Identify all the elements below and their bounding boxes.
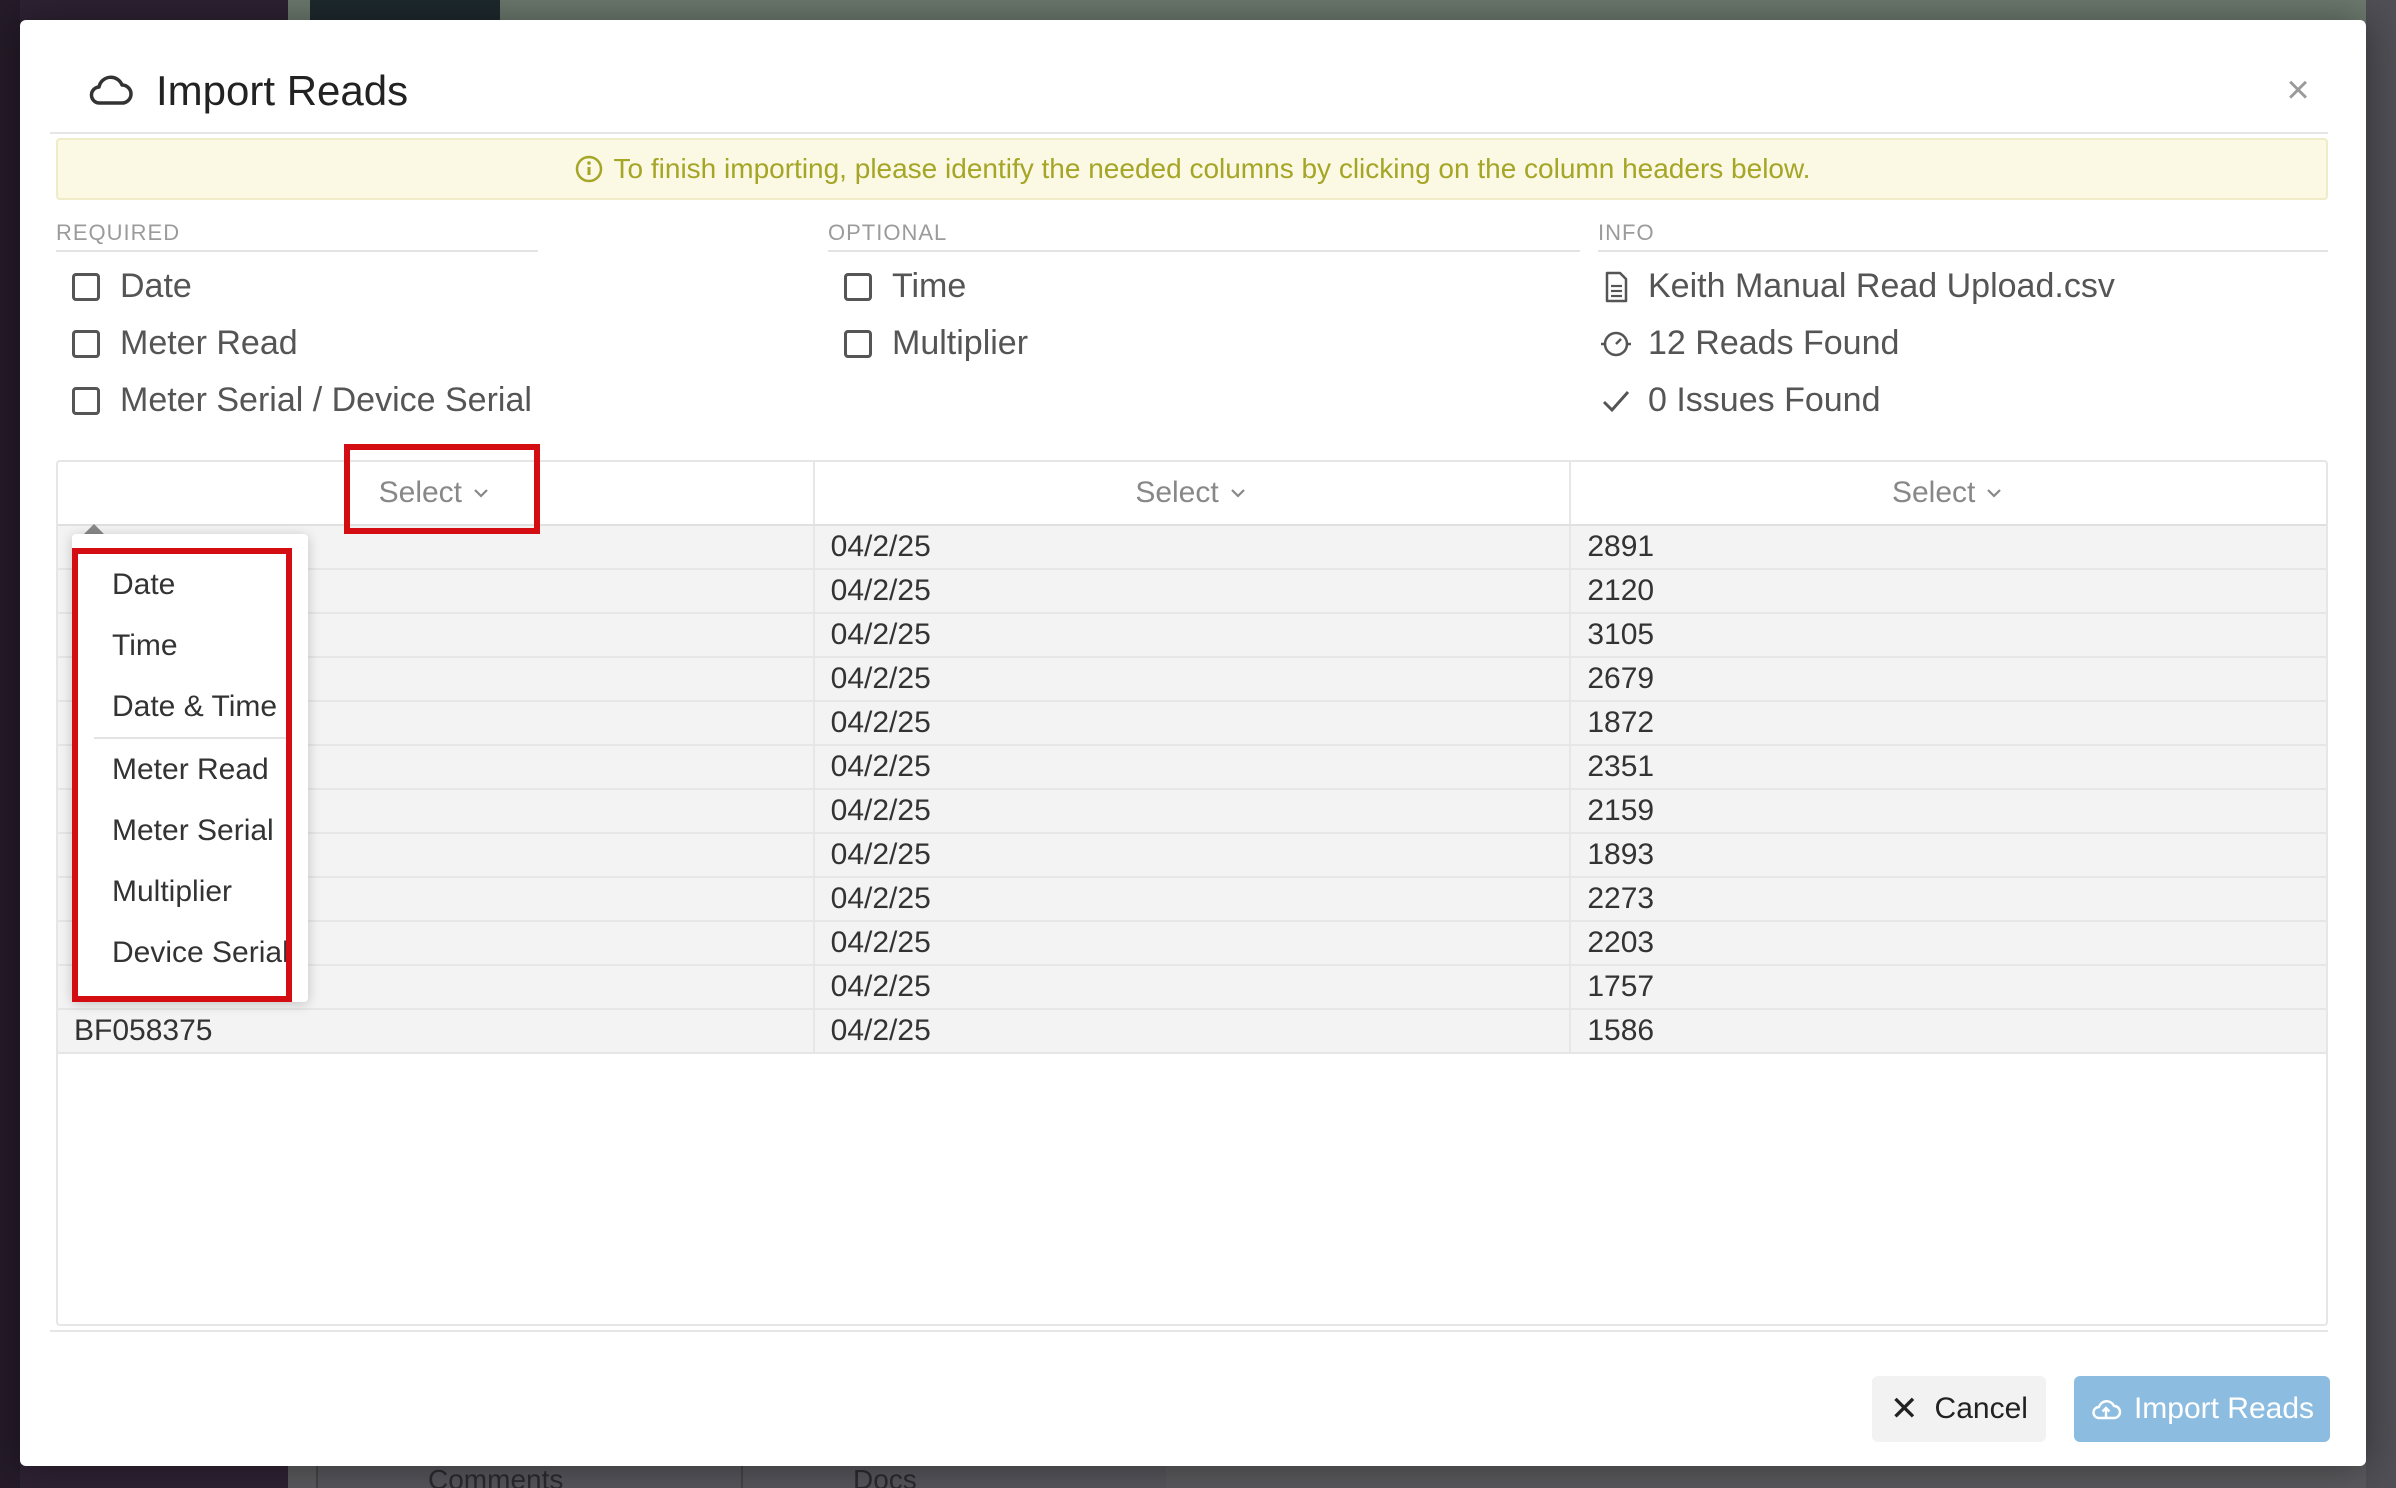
background-tab-docs: Docs <box>741 1466 1166 1488</box>
notice-banner: To finish importing, please identify the… <box>56 138 2328 200</box>
table-cell: BF058375 <box>74 1014 213 1047</box>
table-cell: 2120 <box>1569 570 2326 612</box>
table-row: 04/2/25 2120 <box>58 570 2326 614</box>
table-cell: 04/2/25 <box>812 570 1570 612</box>
table-cell: 1893 <box>1569 834 2326 876</box>
dropdown-caret <box>84 524 104 534</box>
multiplier-checkbox <box>844 329 872 358</box>
info-reads-found: 12 Reads Found <box>1598 315 2328 372</box>
import-reads-button[interactable]: Import Reads <box>2074 1376 2330 1442</box>
table-cell: 04/2/25 <box>812 702 1570 744</box>
background-top-strip <box>288 0 2396 22</box>
table-cell: 2203 <box>1569 922 2326 964</box>
modal-title: Import Reads <box>156 67 409 114</box>
meter-read-checkbox <box>72 329 100 358</box>
table-cell: 04/2/25 <box>812 658 1570 700</box>
optional-section: Optional Time Multiplier <box>828 220 1580 372</box>
table-cell: 04/2/25 <box>812 1010 1570 1052</box>
footer-divider <box>50 1330 2328 1332</box>
notice-text: To finish importing, please identify the… <box>613 153 1811 184</box>
cloud-upload-icon <box>2092 1400 2122 1420</box>
table-row: 04/2/25 2203 <box>58 922 2326 966</box>
info-section: Info Keith Manual Read Upload.csv <box>1598 220 2328 429</box>
required-meter-serial: Meter Serial / Device Serial <box>56 372 538 429</box>
optional-label: Optional <box>828 220 1580 252</box>
table-cell: 04/2/25 <box>812 614 1570 656</box>
required-section: Required Date Meter Read Meter Serial / … <box>56 220 538 429</box>
background-bottom-tabs: Comments Docs <box>316 1466 1166 1488</box>
file-icon <box>1605 271 1628 302</box>
close-icon: ✕ <box>1890 1390 1919 1428</box>
date-checkbox <box>72 272 100 301</box>
table-cell: 04/2/25 <box>812 790 1570 832</box>
select-highlight-box <box>344 444 540 534</box>
cloud-icon <box>89 75 133 105</box>
required-date: Date <box>56 258 538 315</box>
table-cell: 2273 <box>1569 878 2326 920</box>
chevron-down-icon <box>1230 489 1245 498</box>
table-row: 04/2/25 1757 <box>58 966 2326 1010</box>
table-row: BF058375 04/2/25 1586 <box>58 1010 2326 1054</box>
table-cell: 3105 <box>1569 614 2326 656</box>
table-cell: 2159 <box>1569 790 2326 832</box>
table-row: 04/2/25 2159 <box>58 790 2326 834</box>
time-checkbox <box>844 272 872 301</box>
table-cell: 1872 <box>1569 702 2326 744</box>
table-row: 04/2/25 1893 <box>58 834 2326 878</box>
background-tab-comments: Comments <box>316 1466 741 1488</box>
table-cell: 2679 <box>1569 658 2326 700</box>
table-cell: 1586 <box>1569 1010 2326 1052</box>
table-cell: 2351 <box>1569 746 2326 788</box>
close-icon[interactable]: × <box>2278 70 2318 110</box>
info-filename: Keith Manual Read Upload.csv <box>1598 258 2328 315</box>
dropdown-highlight-box <box>72 548 292 1002</box>
info-issues-found: 0 Issues Found <box>1598 372 2328 429</box>
table-row: 04/2/25 2273 <box>58 878 2326 922</box>
column-select-2[interactable]: Select <box>812 462 1570 524</box>
chevron-down-icon <box>1987 489 2002 498</box>
background-right-panel <box>2366 0 2396 1488</box>
table-row: 04/2/25 3105 <box>58 614 2326 658</box>
column-select-3[interactable]: Select <box>1569 462 2326 524</box>
background-photo <box>310 0 500 22</box>
optional-time: Time <box>828 258 1580 315</box>
required-meter-read: Meter Read <box>56 315 538 372</box>
info-icon <box>575 155 602 183</box>
table-cell: 04/2/25 <box>812 834 1570 876</box>
table-row: 04/2/25 1872 <box>58 702 2326 746</box>
table-cell: 04/2/25 <box>812 922 1570 964</box>
cancel-button[interactable]: ✕ Cancel <box>1872 1376 2046 1442</box>
import-reads-modal: Import Reads × To finish importing, plea… <box>20 20 2366 1466</box>
table-row: 04/2/25 2351 <box>58 746 2326 790</box>
table-cell: 04/2/25 <box>812 966 1570 1008</box>
table-cell: 04/2/25 <box>812 746 1570 788</box>
meter-gauge-icon <box>1601 331 1631 356</box>
info-label: Info <box>1598 220 2328 252</box>
table-cell: 04/2/25 <box>812 878 1570 920</box>
meter-serial-checkbox <box>72 386 100 415</box>
background-sidebar-icons <box>0 0 20 1488</box>
optional-multiplier: Multiplier <box>828 315 1580 372</box>
table-cell: 2891 <box>1569 526 2326 568</box>
modal-header: Import Reads × <box>50 50 2328 134</box>
table-row: 04/2/25 2679 <box>58 658 2326 702</box>
table-body: 04/2/25 2891 04/2/25 2120 04/2/25 3105 04/2/25… <box>58 526 2326 1054</box>
data-table: Select Select Select 04/2/25 2891 04/2/25 2… <box>56 460 2328 1326</box>
checkmark-icon <box>1602 390 1630 412</box>
required-label: Required <box>56 220 538 252</box>
table-cell: 04/2/25 <box>812 526 1570 568</box>
table-cell: 1757 <box>1569 966 2326 1008</box>
